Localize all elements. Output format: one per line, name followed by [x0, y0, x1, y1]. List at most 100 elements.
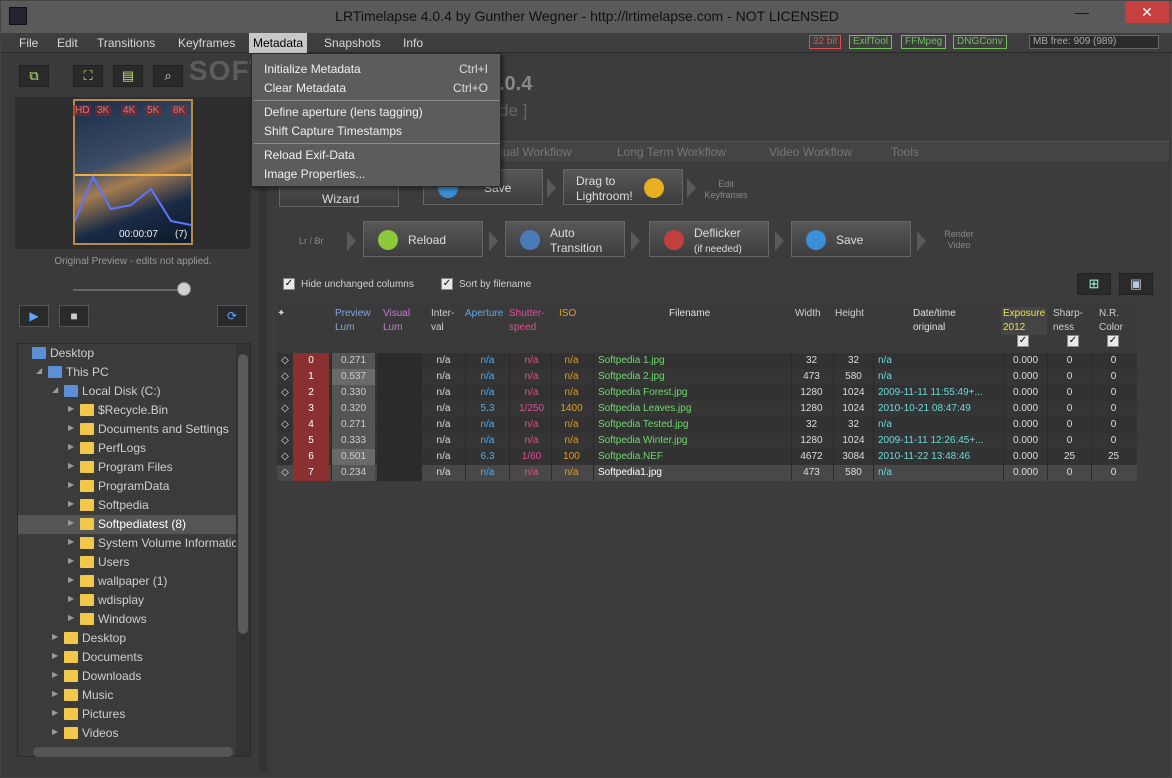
cell-aperture[interactable]: n/a: [465, 417, 509, 433]
fullscreen-icon[interactable]: ⛶: [73, 65, 103, 87]
cell-preview-lum[interactable]: 0.271: [331, 417, 375, 433]
cell-height[interactable]: 580: [833, 369, 873, 385]
keyframe-marker-icon[interactable]: ◇: [279, 401, 291, 417]
tree-item[interactable]: ▶ Program Files: [18, 458, 236, 477]
cell-iso[interactable]: 1400: [551, 401, 591, 417]
cell-height[interactable]: 1024: [833, 385, 873, 401]
expand-arrow-icon[interactable]: ▶: [68, 575, 74, 584]
tree-item[interactable]: ▶ System Volume Information: [18, 534, 245, 553]
cell-visual-lum[interactable]: [377, 465, 421, 481]
cell-filename[interactable]: Softpedia Forest.jpg: [593, 385, 789, 401]
menu-info[interactable]: Info: [403, 36, 423, 50]
expand-arrow-icon[interactable]: ▶: [52, 670, 58, 679]
cell-interval[interactable]: n/a: [421, 433, 465, 449]
cell-preview-lum[interactable]: 0.234: [331, 465, 375, 481]
cell-iso[interactable]: n/a: [551, 385, 591, 401]
cell-filename[interactable]: Softpedia.NEF: [593, 449, 789, 465]
cell-width[interactable]: 32: [791, 353, 831, 369]
cell-aperture[interactable]: n/a: [465, 353, 509, 369]
keyframe-marker-icon[interactable]: ◇: [279, 417, 291, 433]
menu-item-initialize-metadata[interactable]: Initialize Metadata: [264, 62, 361, 76]
stop-button[interactable]: ■: [59, 305, 89, 327]
menu-snapshots[interactable]: Snapshots: [324, 36, 381, 50]
column-header-ex[interactable]: Exposure 2012: [1001, 307, 1048, 335]
keyframe-marker-icon[interactable]: ◇: [279, 369, 291, 385]
cell-width[interactable]: 1280: [791, 385, 831, 401]
refresh-button[interactable]: ⟳: [217, 305, 247, 327]
cell-sharpness[interactable]: 0: [1047, 353, 1091, 369]
cell-sharpness[interactable]: 0: [1047, 465, 1091, 481]
cell-iso[interactable]: n/a: [551, 369, 591, 385]
expand-arrow-icon[interactable]: ▶: [68, 423, 74, 432]
cell-nr-color[interactable]: 0: [1091, 433, 1135, 449]
cell-exposure[interactable]: 0.000: [1003, 417, 1047, 433]
cell-preview-lum[interactable]: 0.320: [331, 401, 375, 417]
tree-item[interactable]: ▶ Documents: [18, 648, 236, 667]
reload-button[interactable]: Reload: [363, 221, 483, 257]
expand-arrow-icon[interactable]: ▶: [68, 594, 74, 603]
res-5k[interactable]: 5K: [145, 105, 162, 116]
menu-item-image-properties[interactable]: Image Properties...: [264, 167, 365, 181]
cell-nr-color[interactable]: 0: [1091, 369, 1135, 385]
tree-scrollbar[interactable]: [236, 344, 250, 756]
cell-interval[interactable]: n/a: [421, 353, 465, 369]
cell-filename[interactable]: Softpedia Winter.jpg: [593, 433, 789, 449]
cell-aperture[interactable]: n/a: [465, 465, 509, 481]
expand-arrow-icon[interactable]: ▶: [52, 727, 58, 736]
tree-item[interactable]: ▶ Users: [18, 553, 236, 572]
cell-nr-color[interactable]: 0: [1091, 417, 1135, 433]
tree-item[interactable]: ▶ Desktop: [18, 629, 236, 648]
cell-visual-lum[interactable]: [377, 385, 421, 401]
cell-shutter[interactable]: 1/60: [509, 449, 553, 465]
expand-arrow-icon[interactable]: ▶: [52, 708, 58, 717]
cell-preview-lum[interactable]: 0.330: [331, 385, 375, 401]
cell-interval[interactable]: n/a: [421, 385, 465, 401]
keyframe-marker-icon[interactable]: ◇: [279, 433, 291, 449]
cell-shutter[interactable]: n/a: [509, 385, 553, 401]
cell-width[interactable]: 1280: [791, 401, 831, 417]
cell-nr-color[interactable]: 0: [1091, 401, 1135, 417]
keyframe-marker-icon[interactable]: ◇: [279, 353, 291, 369]
table-row[interactable]: ◇ 5 0.333 n/a n/a n/a n/a Softpedia Winter.jpg 1…: [277, 433, 1137, 449]
cell-visual-lum[interactable]: [377, 417, 421, 433]
tree-item[interactable]: Desktop: [18, 344, 236, 363]
column-header-w[interactable]: Width: [795, 307, 821, 321]
tree-horizontal-scrollbar[interactable]: [33, 747, 233, 757]
preview-slider[interactable]: [73, 289, 189, 291]
menu-item-shift-capture-timestamps[interactable]: Shift Capture Timestamps: [264, 124, 402, 138]
cell-visual-lum[interactable]: [377, 433, 421, 449]
cell-nr-color[interactable]: 0: [1091, 385, 1135, 401]
menu-metadata[interactable]: Metadata: [249, 33, 308, 53]
cell-exposure[interactable]: 0.000: [1003, 465, 1047, 481]
cell-datetime[interactable]: 2010-11-22 13:48:46: [873, 449, 1003, 465]
cell-datetime[interactable]: 2009-11-11 12:26:45+...: [873, 433, 1003, 449]
expand-arrow-icon[interactable]: ▶: [68, 461, 74, 470]
cell-exposure[interactable]: 0.000: [1003, 369, 1047, 385]
tab-3[interactable]: Tools: [891, 145, 919, 159]
column-header-fn[interactable]: Filename: [669, 307, 710, 321]
cell-exposure[interactable]: 0.000: [1003, 385, 1047, 401]
cell-datetime[interactable]: n/a: [873, 369, 1003, 385]
tab-0[interactable]: sual Workflow: [497, 145, 571, 159]
cell-aperture[interactable]: n/a: [465, 385, 509, 401]
cell-filename[interactable]: Softpedia 2.jpg: [593, 369, 789, 385]
minimize-button[interactable]: —: [1067, 1, 1097, 23]
cell-aperture[interactable]: n/a: [465, 369, 509, 385]
cell-iso[interactable]: n/a: [551, 417, 591, 433]
cell-width[interactable]: 32: [791, 417, 831, 433]
cell-datetime[interactable]: n/a: [873, 417, 1003, 433]
cell-height[interactable]: 32: [833, 353, 873, 369]
expand-arrow-icon[interactable]: ▶: [68, 556, 74, 565]
drag-to-lightroom-button[interactable]: Drag to Lightroom!: [563, 169, 683, 205]
menu-item-define-aperture-lens-tagging[interactable]: Define aperture (lens tagging): [264, 105, 423, 119]
cell-height[interactable]: 3084: [833, 449, 873, 465]
hide-unchanged-checkbox[interactable]: ✓: [283, 278, 295, 290]
expand-arrow-icon[interactable]: ▶: [52, 632, 58, 641]
cell-shutter[interactable]: n/a: [509, 353, 553, 369]
table-row[interactable]: ◇ 7 0.234 n/a n/a n/a n/a Softpedia1.jpg 473 580 n…: [277, 465, 1137, 481]
cell-visual-lum[interactable]: [377, 449, 421, 465]
cell-filename[interactable]: Softpedia1.jpg: [593, 465, 789, 481]
cell-shutter[interactable]: n/a: [509, 465, 553, 481]
tab-1[interactable]: Long Term Workflow: [617, 145, 726, 159]
sort-filename-checkbox[interactable]: ✓: [441, 278, 453, 290]
